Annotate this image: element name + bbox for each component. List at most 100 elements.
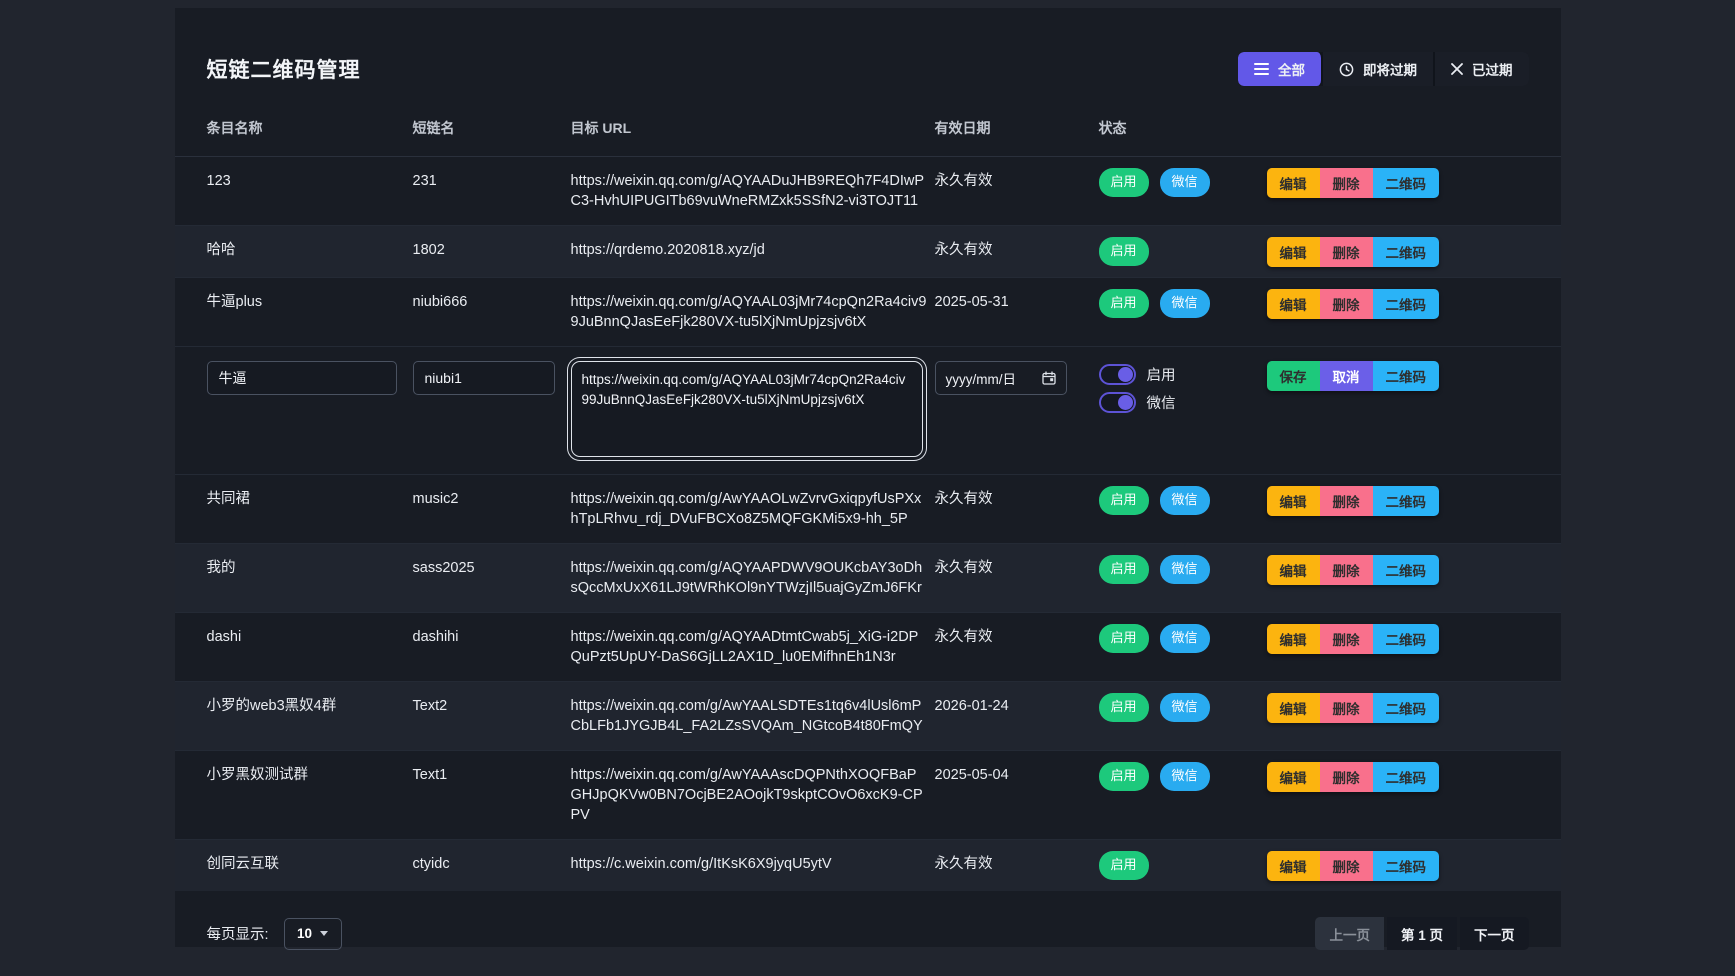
table-row: dashi dashihi https://weixin.qq.com/g/AQYA… [174,612,1561,681]
save-button[interactable]: 保存 [1266,361,1320,391]
valid-date-cell: 永久有效 [934,856,993,872]
actions-cell: 编辑 删除 二维码 [1266,751,1529,802]
table-row: 牛逼plus niubi666 https://weixin.qq.com/g/AQ… [174,277,1561,346]
qrcode-button[interactable]: 二维码 [1372,237,1439,267]
current-page-indicator[interactable]: 第 1 页 [1386,917,1457,950]
prev-page-button[interactable]: 上一页 [1315,917,1384,950]
short-name-cell: music2 [412,491,459,507]
target-url-textarea[interactable]: https://weixin.qq.com/g/AQYAAL03jMr74cpQ… [570,361,923,457]
delete-button[interactable]: 删除 [1319,486,1373,516]
status-pill-wechat: 微信 [1159,624,1210,653]
status-pill-enabled: 启用 [1098,237,1149,266]
clock-icon [1339,62,1354,77]
qrcode-button[interactable]: 二维码 [1372,486,1439,516]
status-cell: 启用 微信 [1098,613,1267,663]
valid-date-cell: 永久有效 [934,491,993,507]
short-name-cell: dashihi [412,629,459,645]
edit-button[interactable]: 编辑 [1266,693,1320,723]
cancel-button[interactable]: 取消 [1319,361,1373,391]
actions-cell: 编辑 删除 二维码 [1266,682,1529,733]
qrcode-button[interactable]: 二维码 [1372,168,1439,198]
entry-name-cell: 创同云互联 [206,856,280,872]
column-header-name: 条目名称 [206,120,263,136]
entry-name-cell: 牛逼plus [206,294,263,310]
edit-button[interactable]: 编辑 [1266,851,1320,881]
column-header-actions [1267,102,1529,136]
edit-button[interactable]: 编辑 [1266,486,1320,516]
actions-cell: 编辑 删除 二维码 [1266,544,1529,595]
page-title: 短链二维码管理 [206,59,361,82]
column-header-url: 目标 URL [570,120,632,136]
delete-button[interactable]: 删除 [1319,555,1373,585]
delete-button[interactable]: 删除 [1319,851,1373,881]
edit-button[interactable]: 编辑 [1266,237,1320,267]
filter-tab-expiring[interactable]: 即将过期 [1323,52,1435,86]
delete-button[interactable]: 删除 [1319,693,1373,723]
short-name-input[interactable] [412,361,555,395]
status-pill-enabled: 启用 [1098,486,1149,515]
delete-button[interactable]: 删除 [1319,289,1373,319]
edit-button[interactable]: 编辑 [1266,555,1320,585]
status-pill-wechat: 微信 [1159,762,1210,791]
delete-button[interactable]: 删除 [1319,237,1373,267]
table-body: 123 231 https://weixin.qq.com/g/AQYAADuJHB… [174,157,1561,891]
valid-date-cell: 2025-05-31 [934,294,1009,310]
panel-footer: 每页显示: 10 上一页 第 1 页 下一页 [175,891,1561,976]
row-actions-group: 编辑 删除 二维码 [1266,762,1439,792]
page-size-select[interactable]: 10 [283,917,342,950]
edit-button[interactable]: 编辑 [1266,289,1320,319]
status-edit-cell: 启用 微信 [1098,361,1267,413]
entry-name-cell: 我的 [206,560,236,576]
qrcode-button[interactable]: 二维码 [1372,851,1439,881]
next-page-button[interactable]: 下一页 [1460,917,1529,950]
qrcode-button[interactable]: 二维码 [1372,624,1439,654]
qrcode-button[interactable]: 二维码 [1372,762,1439,792]
valid-date-edit-cell: yyyy/mm/日 [934,361,1099,395]
enable-toggle-row: 启用 [1098,364,1251,385]
target-url-cell: https://weixin.qq.com/g/AQYAADuJHB9REQh7… [570,173,925,209]
actions-cell: 编辑 删除 二维码 [1266,475,1529,526]
target-url-cell: https://c.weixin.com/g/ItKsK6X9jyqU5ytV [570,856,832,872]
date-input[interactable]: yyyy/mm/日 [934,361,1067,395]
qrcode-button[interactable]: 二维码 [1372,361,1439,391]
toggle-knob [1117,367,1133,382]
enable-toggle[interactable] [1098,364,1136,385]
edit-button[interactable]: 编辑 [1266,762,1320,792]
edit-row: https://weixin.qq.com/g/AQYAAL03jMr74cpQ… [174,346,1561,474]
actions-cell: 编辑 删除 二维码 [1266,613,1529,664]
wechat-toggle-row: 微信 [1098,392,1251,413]
valid-date-cell: 永久有效 [934,629,993,645]
status-cell: 启用 微信 [1098,475,1267,525]
table-header: 条目名称 短链名 目标 URL 有效日期 状态 [174,102,1561,157]
short-name-cell: Text2 [412,698,448,714]
entry-name-cell: 小罗的web3黑奴4群 [206,698,337,714]
status-cell: 启用 [1098,840,1267,890]
page-size-label: 每页显示: [206,927,269,943]
actions-cell: 编辑 删除 二维码 [1266,278,1529,329]
qrcode-button[interactable]: 二维码 [1372,289,1439,319]
delete-button[interactable]: 删除 [1319,762,1373,792]
status-cell: 启用 微信 [1098,278,1267,328]
valid-date-cell: 永久有效 [934,173,993,189]
table-row: 共同裙 music2 https://weixin.qq.com/g/AwYAAOL… [174,474,1561,543]
edit-button[interactable]: 编辑 [1266,168,1320,198]
valid-date-cell: 2026-01-24 [934,698,1009,714]
filter-tab-all[interactable]: 全部 [1238,52,1323,86]
delete-button[interactable]: 删除 [1319,624,1373,654]
delete-button[interactable]: 删除 [1319,168,1373,198]
status-pill-wechat: 微信 [1159,486,1210,515]
qrcode-button[interactable]: 二维码 [1372,555,1439,585]
status-pill-wechat: 微信 [1159,693,1210,722]
status-pill-wechat: 微信 [1159,289,1210,318]
toggle-knob [1117,395,1133,410]
entry-name-cell: dashi [206,629,242,645]
entry-name-input[interactable] [206,361,397,395]
edit-button[interactable]: 编辑 [1266,624,1320,654]
short-name-cell: sass2025 [412,560,475,576]
qrcode-button[interactable]: 二维码 [1372,693,1439,723]
wechat-toggle[interactable] [1098,392,1136,413]
filter-tab-expired[interactable]: 已过期 [1435,52,1529,86]
row-actions-group: 编辑 删除 二维码 [1266,486,1439,516]
status-pill-enabled: 启用 [1098,168,1149,197]
edit-actions-cell: 保存 取消 二维码 [1266,361,1529,391]
